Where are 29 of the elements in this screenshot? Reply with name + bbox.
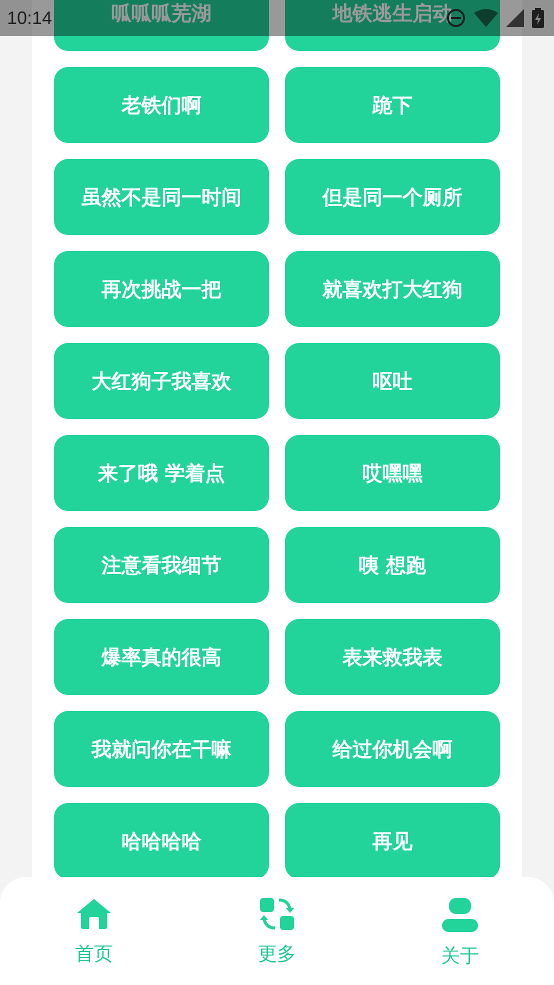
phrase-button[interactable]: 给过你机会啊 xyxy=(285,711,500,787)
phrase-button[interactable]: 虽然不是同一时间 xyxy=(54,159,269,235)
phrase-button[interactable]: 呱呱呱芜湖 xyxy=(54,0,269,51)
wifi-icon xyxy=(474,9,498,27)
status-time: 10:14 xyxy=(7,8,52,28)
nav-tab[interactable]: 关于 xyxy=(425,877,495,985)
phrase-button[interactable]: 再见 xyxy=(285,803,500,879)
phrase-button[interactable]: 我就问你在干嘛 xyxy=(54,711,269,787)
battery-icon xyxy=(532,8,544,28)
user-icon xyxy=(441,897,479,933)
phrase-button[interactable]: 老铁们啊 xyxy=(54,67,269,143)
phrase-button[interactable]: 来了哦 学着点 xyxy=(54,435,269,511)
phrase-button[interactable]: 但是同一个厕所 xyxy=(285,159,500,235)
phrase-button[interactable]: 大红狗子我喜欢 xyxy=(54,343,269,419)
phrase-button[interactable]: 再次挑战一把 xyxy=(54,251,269,327)
phrase-button[interactable]: 表来救我表 xyxy=(285,619,500,695)
phrase-button[interactable]: 咦 想跑 xyxy=(285,527,500,603)
phrase-button[interactable]: 哈哈哈哈 xyxy=(54,803,269,879)
nav-tab[interactable]: 首页 xyxy=(59,877,129,985)
phrase-button[interactable]: 跪下 xyxy=(285,67,500,143)
phrase-button[interactable]: 呕吐 xyxy=(285,343,500,419)
swap-icon xyxy=(259,897,295,931)
phrase-button[interactable]: 就喜欢打大红狗 xyxy=(285,251,500,327)
signal-icon xyxy=(506,9,524,27)
phrase-button[interactable]: 哎嘿嘿 xyxy=(285,435,500,511)
home-icon xyxy=(75,897,113,931)
phrase-button[interactable]: 注意看我细节 xyxy=(54,527,269,603)
phrase-button[interactable]: 爆率真的很高 xyxy=(54,619,269,695)
nav-tab[interactable]: 更多 xyxy=(242,877,312,985)
